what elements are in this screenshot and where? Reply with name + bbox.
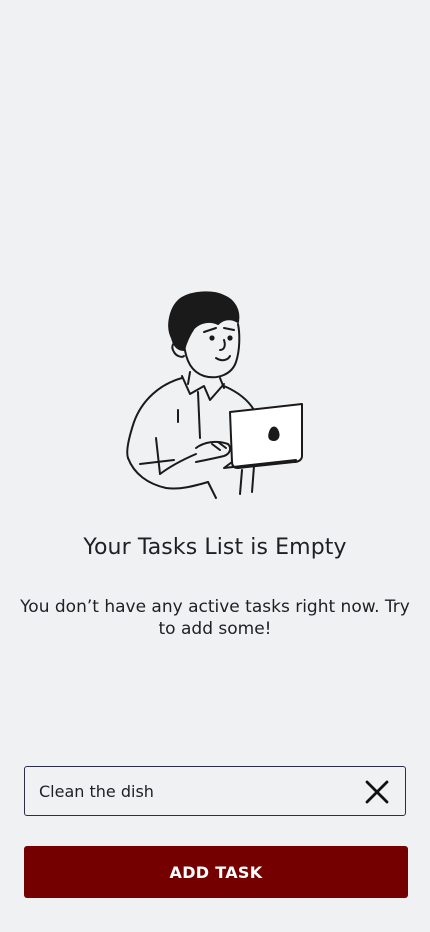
empty-state-illustration [120, 288, 310, 500]
empty-state-title: Your Tasks List is Empty [83, 535, 347, 560]
clear-input-button[interactable] [363, 778, 391, 806]
task-input-container [24, 766, 406, 816]
add-task-button[interactable]: ADD TASK [24, 846, 408, 898]
empty-state-message: You don’t have any active tasks right no… [20, 597, 410, 639]
close-icon [365, 780, 389, 804]
task-input[interactable] [39, 767, 339, 815]
